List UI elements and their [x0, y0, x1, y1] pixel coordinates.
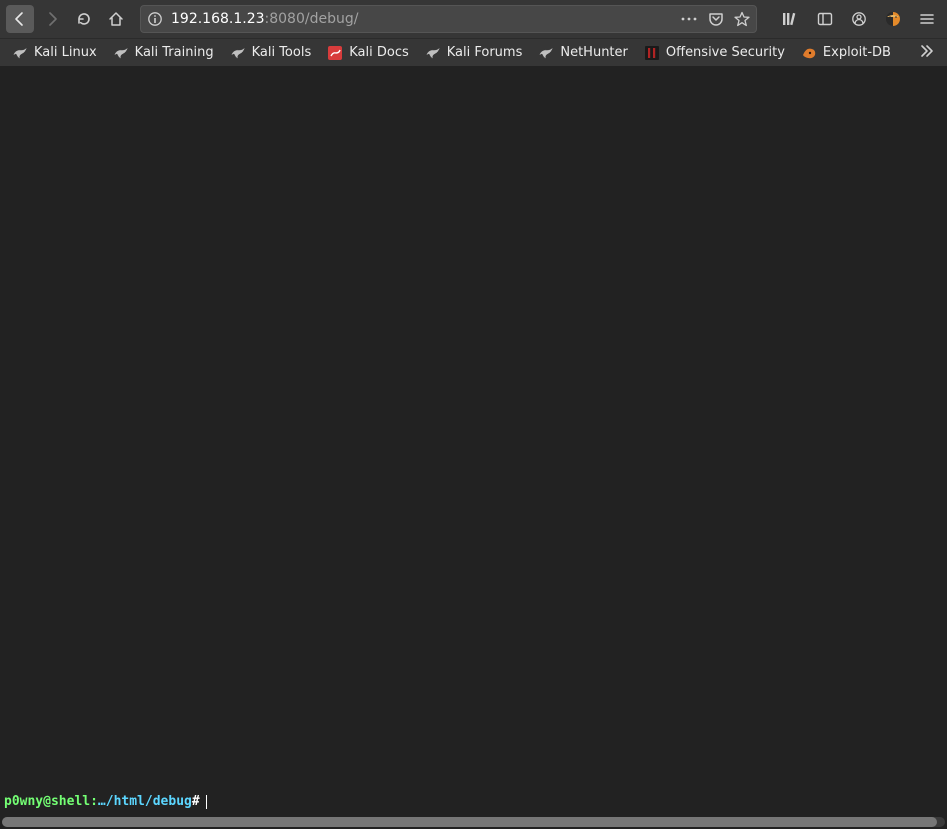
- url-text[interactable]: 192.168.1.23:8080/debug/: [171, 11, 672, 27]
- bookmark-kali-docs[interactable]: Kali Docs: [319, 41, 417, 65]
- bookmark-nethunter[interactable]: NetHunter: [530, 41, 636, 65]
- reload-icon: [76, 11, 92, 27]
- bookmark-label: Kali Linux: [34, 45, 97, 60]
- bookmark-offensive-security[interactable]: Offensive Security: [636, 41, 793, 65]
- library-icon: [782, 11, 800, 27]
- bookmark-star-icon[interactable]: [734, 11, 750, 27]
- text-cursor: [206, 795, 207, 809]
- extension-button[interactable]: [879, 5, 907, 33]
- shell-prompt-line[interactable]: p0wny@shell:…/html/debug#: [4, 794, 943, 809]
- bookmarks-bar: Kali Linux Kali Training Kali Tools Kali…: [0, 38, 947, 66]
- bookmark-label: Kali Forums: [447, 45, 523, 60]
- bookmarks-overflow-button[interactable]: [911, 40, 943, 66]
- bookmark-label: Offensive Security: [666, 45, 785, 60]
- kali-dragon-icon: [12, 45, 28, 61]
- hamburger-icon: [919, 11, 935, 27]
- kali-dragon-icon: [425, 45, 441, 61]
- more-dots-icon[interactable]: [680, 11, 698, 27]
- url-host: 192.168.1.23: [171, 11, 265, 27]
- forward-icon: [44, 11, 60, 27]
- menu-button[interactable]: [913, 5, 941, 33]
- bookmark-label: NetHunter: [560, 45, 628, 60]
- prompt-symbol: #: [192, 794, 200, 809]
- bookmark-label: Exploit-DB: [823, 45, 891, 60]
- page-content: p0wny@shell:…/html/debug#: [0, 66, 947, 829]
- bookmark-kali-tools[interactable]: Kali Tools: [222, 41, 320, 65]
- prompt-path: …/html/debug: [98, 794, 192, 809]
- kali-dragon-icon: [230, 45, 246, 61]
- bookmark-exploit-db[interactable]: Exploit-DB: [793, 41, 899, 65]
- kali-docs-icon: [327, 45, 343, 61]
- prompt-user: p0wny@shell:: [4, 794, 98, 809]
- home-icon: [108, 11, 124, 27]
- reload-button[interactable]: [70, 5, 98, 33]
- sidebar-icon: [817, 11, 833, 27]
- pocket-icon[interactable]: [708, 11, 724, 27]
- sidebar-button[interactable]: [811, 5, 839, 33]
- info-icon[interactable]: [147, 11, 163, 27]
- kali-dragon-icon: [538, 45, 554, 61]
- library-button[interactable]: [777, 5, 805, 33]
- back-button[interactable]: [6, 5, 34, 33]
- extension-icon: [885, 11, 901, 27]
- bookmark-kali-linux[interactable]: Kali Linux: [4, 41, 105, 65]
- bookmark-kali-forums[interactable]: Kali Forums: [417, 41, 531, 65]
- back-icon: [12, 11, 28, 27]
- bookmark-label: Kali Tools: [252, 45, 312, 60]
- offsec-icon: [644, 45, 660, 61]
- forward-button[interactable]: [38, 5, 66, 33]
- account-button[interactable]: [845, 5, 873, 33]
- horizontal-scrollbar-thumb[interactable]: [2, 817, 937, 827]
- right-toolbar: [767, 5, 941, 33]
- chevron-double-right-icon: [919, 44, 935, 58]
- horizontal-scrollbar[interactable]: [2, 817, 945, 827]
- home-button[interactable]: [102, 5, 130, 33]
- account-icon: [851, 11, 867, 27]
- kali-dragon-icon: [113, 45, 129, 61]
- bookmark-label: Kali Training: [135, 45, 214, 60]
- url-path: :8080/debug/: [265, 11, 359, 27]
- address-bar[interactable]: 192.168.1.23:8080/debug/: [140, 5, 757, 33]
- exploitdb-icon: [801, 45, 817, 61]
- terminal-output[interactable]: p0wny@shell:…/html/debug#: [0, 66, 947, 815]
- navigation-toolbar: 192.168.1.23:8080/debug/: [0, 0, 947, 38]
- bookmark-label: Kali Docs: [349, 45, 409, 60]
- bookmark-kali-training[interactable]: Kali Training: [105, 41, 222, 65]
